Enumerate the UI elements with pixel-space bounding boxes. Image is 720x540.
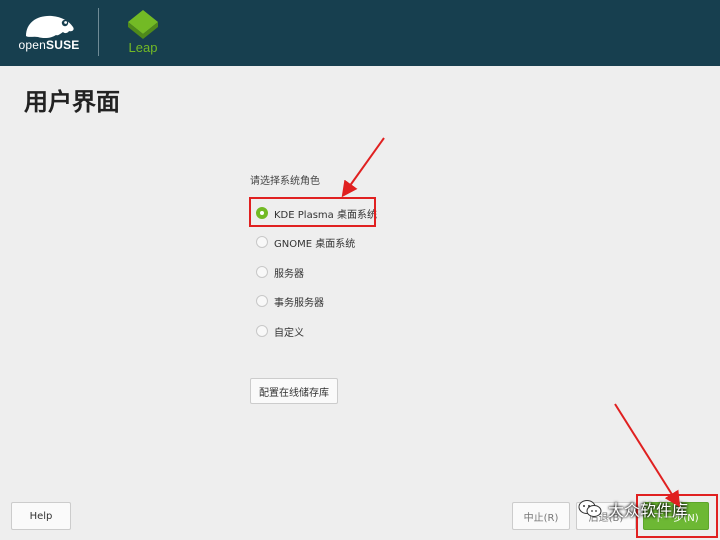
page-title: 用户界面: [24, 88, 120, 116]
abort-button[interactable]: 中止(R): [512, 502, 570, 530]
leap-diamond-icon: [128, 10, 158, 39]
radio-unchecked-icon[interactable]: [256, 236, 268, 248]
role-option-server[interactable]: 服务器: [256, 261, 304, 283]
help-button[interactable]: Help: [11, 502, 71, 530]
opensuse-logo: openSUSE: [16, 12, 82, 52]
annotation-highlight-box: [249, 197, 376, 227]
role-prompt: 请选择系统角色: [250, 176, 320, 187]
chameleon-icon: [26, 15, 74, 39]
role-label: 服务器: [274, 268, 304, 280]
brand-wordmark: openSUSE: [18, 38, 80, 52]
annotation-arrow-role: [341, 137, 385, 198]
configure-repos-button[interactable]: 配置在线储存库: [250, 378, 338, 404]
role-option-custom[interactable]: 自定义: [256, 320, 304, 342]
role-option-transactional-server[interactable]: 事务服务器: [256, 290, 324, 312]
role-label: GNOME 桌面系统: [274, 238, 356, 250]
leap-logo: Leap: [122, 8, 166, 58]
annotation-arrow-next: [614, 403, 681, 508]
radio-unchecked-icon[interactable]: [256, 325, 268, 337]
radio-unchecked-icon[interactable]: [256, 295, 268, 307]
role-option-gnome[interactable]: GNOME 桌面系统: [256, 231, 355, 253]
radio-unchecked-icon[interactable]: [256, 266, 268, 278]
installer-header: openSUSE Leap: [0, 0, 720, 66]
wechat-icon: [578, 500, 602, 517]
leap-wordmark: Leap: [128, 40, 158, 55]
watermark: 大众软件库: [578, 494, 688, 524]
watermark-text: 大众软件库: [608, 501, 689, 520]
role-label: 自定义: [274, 327, 304, 339]
role-label: 事务服务器: [274, 297, 324, 309]
annotation-arrows: [341, 137, 681, 508]
header-divider: [98, 8, 99, 56]
